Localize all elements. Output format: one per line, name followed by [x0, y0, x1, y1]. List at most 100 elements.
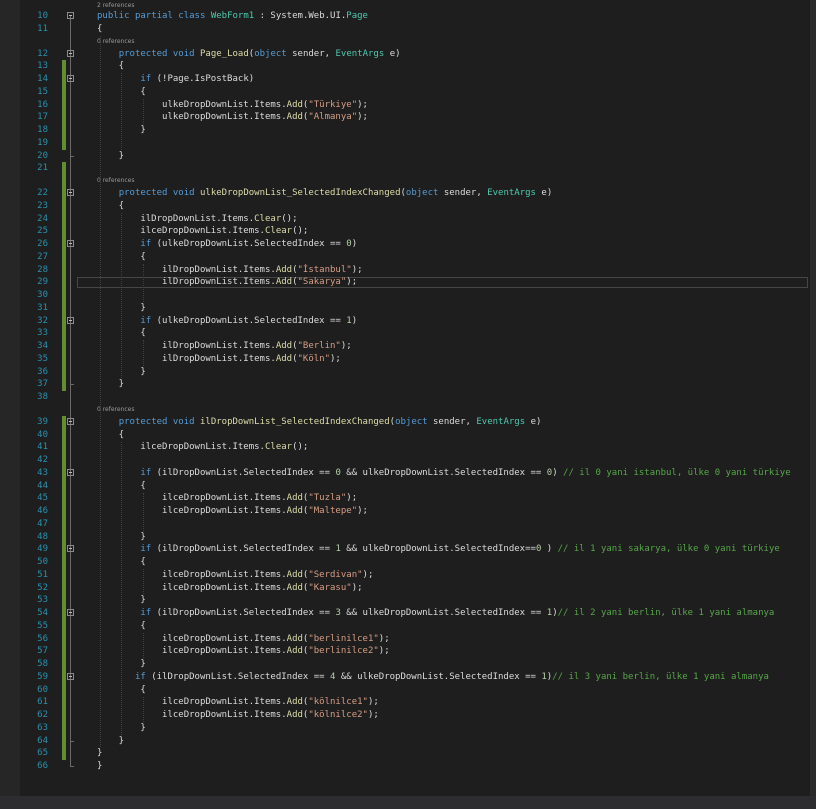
collapse-toggle-icon[interactable]: [67, 49, 74, 57]
line-number: 47: [37, 518, 48, 529]
code-line[interactable]: 17 ulkeDropDownList.Items.Add("Almanya")…: [0, 111, 816, 124]
code-line[interactable]: 29 ilDropDownList.Items.Add("Sakarya");: [0, 276, 816, 289]
codelens-references[interactable]: 0 references: [97, 38, 135, 46]
code-line[interactable]: 11 {: [0, 23, 816, 36]
code-token: ilceDropDownList.Items.: [97, 697, 287, 708]
code-line[interactable]: 23 {: [0, 200, 816, 213]
code-line[interactable]: 33 {: [0, 327, 816, 340]
code-line[interactable]: 52 ilceDropDownList.Items.Add("Karasu");: [0, 582, 816, 595]
line-number: 21: [37, 163, 48, 174]
code-line[interactable]: 39 protected void ilDropDownList_Selecte…: [0, 416, 816, 429]
collapse-toggle-icon[interactable]: [67, 545, 74, 553]
collapse-toggle-icon[interactable]: [67, 672, 74, 680]
code-line[interactable]: 45 ilceDropDownList.Items.Add("Tuzla");: [0, 492, 816, 505]
code-token: "Serdivan": [308, 569, 363, 580]
code-line[interactable]: 48 }: [0, 531, 816, 544]
code-token: );: [378, 633, 390, 644]
code-token: (ilDropDownList.SelectedIndex ==: [151, 467, 336, 478]
codelens-references[interactable]: 2 references: [97, 2, 135, 10]
code-line[interactable]: 61 ilceDropDownList.Items.Add("kölnilce1…: [0, 696, 816, 709]
line-number: 27: [37, 251, 48, 262]
code-line[interactable]: 50 {: [0, 556, 816, 569]
code-line[interactable]: 58 }: [0, 658, 816, 671]
code-line[interactable]: 56 ilceDropDownList.Items.Add("berlinilc…: [0, 633, 816, 646]
collapse-toggle-icon[interactable]: [67, 609, 74, 616]
code-line[interactable]: 41 ilceDropDownList.Items.Clear();: [0, 441, 816, 454]
code-line[interactable]: 49 if (ilDropDownList.SelectedIndex == 1…: [0, 543, 816, 556]
code-line[interactable]: 28 ilDropDownList.Items.Add("İstanbul");: [0, 264, 816, 277]
line-number: 29: [37, 277, 48, 288]
code-line[interactable]: 43 if (ilDropDownList.SelectedIndex == 0…: [0, 467, 816, 480]
code-token: Add: [286, 112, 303, 123]
line-number: 13: [37, 61, 48, 72]
codelens-references[interactable]: 0 references: [97, 177, 135, 185]
code-line[interactable]: 36 }: [0, 366, 816, 379]
code-line[interactable]: 34 ilDropDownList.Items.Add("Berlin");: [0, 340, 816, 353]
code-line[interactable]: 24 ilDropDownList.Items.Clear();: [0, 213, 816, 226]
code-line[interactable]: 46 ilceDropDownList.Items.Add("Maltepe")…: [0, 505, 816, 518]
code-line[interactable]: 25 ilceDropDownList.Items.Clear();: [0, 225, 816, 238]
code-editor[interactable]: 2 references 0 references 0 references 0 re…: [0, 0, 816, 809]
code-line[interactable]: 26 if (ulkeDropDownList.SelectedIndex ==…: [0, 238, 816, 251]
line-number: 57: [37, 646, 48, 657]
code-text: }: [97, 150, 124, 163]
code-token: e): [525, 416, 542, 427]
code-line[interactable]: 14 if (!Page.IsPostBack): [0, 73, 816, 86]
indent-guide: [143, 632, 145, 658]
code-line[interactable]: 38: [0, 391, 816, 404]
code-line[interactable]: 66}: [0, 760, 816, 773]
code-line[interactable]: 35 ilDropDownList.Items.Add("Köln");: [0, 353, 816, 366]
code-line[interactable]: 22 protected void ulkeDropDownList_Selec…: [0, 187, 816, 200]
code-line[interactable]: 40 {: [0, 429, 816, 442]
codelens-references[interactable]: 0 references: [97, 406, 135, 414]
code-line[interactable]: 20 }: [0, 150, 816, 163]
code-line[interactable]: 42: [0, 454, 816, 467]
code-token: );: [367, 697, 379, 708]
collapse-toggle-icon[interactable]: [67, 468, 74, 476]
code-line[interactable]: 64 }: [0, 735, 816, 748]
code-line[interactable]: 13 {: [0, 60, 816, 73]
code-text: if (ilDropDownList.SelectedIndex == 3 &&…: [97, 607, 774, 620]
code-line[interactable]: 12 protected void Page_Load(object sende…: [0, 48, 816, 61]
code-line[interactable]: 31 }: [0, 302, 816, 315]
code-line[interactable]: 62 ilceDropDownList.Items.Add("kölnilce2…: [0, 709, 816, 722]
code-line[interactable]: 27 {: [0, 251, 816, 264]
code-text: }: [97, 747, 102, 760]
code-text: ilceDropDownList.Items.Clear();: [97, 441, 308, 454]
code-line[interactable]: 18 }: [0, 124, 816, 137]
code-line[interactable]: 10 public partial class WebForm1 : System…: [0, 10, 816, 23]
code-line[interactable]: 37 }: [0, 378, 816, 391]
code-token: (ilDropDownList.SelectedIndex ==: [145, 671, 331, 682]
code-line[interactable]: 51 ilceDropDownList.Items.Add("Serdivan"…: [0, 569, 816, 582]
code-line[interactable]: 54 if (ilDropDownList.SelectedIndex == 3…: [0, 607, 816, 620]
code-token: // il 0 yani istanbul, ülke 0 yani türki…: [563, 467, 791, 478]
line-number: 32: [37, 315, 48, 326]
code-line[interactable]: 60 {: [0, 684, 816, 697]
line-number: 41: [37, 442, 48, 453]
code-text: ilceDropDownList.Items.Add("Tuzla");: [97, 492, 357, 505]
code-line[interactable]: 15 {: [0, 86, 816, 99]
collapse-toggle-icon[interactable]: [67, 75, 74, 82]
code-line[interactable]: 65}: [0, 747, 816, 760]
code-line[interactable]: 32 if (ulkeDropDownList.SelectedIndex ==…: [0, 315, 816, 328]
code-line[interactable]: 21: [0, 162, 816, 175]
collapse-toggle-icon[interactable]: [67, 240, 74, 247]
code-line[interactable]: 30: [0, 289, 816, 302]
collapse-toggle-icon[interactable]: [67, 417, 74, 425]
code-line[interactable]: 47: [0, 518, 816, 531]
code-line[interactable]: 44 {: [0, 480, 816, 493]
code-line[interactable]: 55 {: [0, 620, 816, 633]
collapse-toggle-icon[interactable]: [67, 189, 74, 196]
code-line[interactable]: 63 }: [0, 722, 816, 735]
code-line[interactable]: 53 }: [0, 594, 816, 607]
code-line[interactable]: 59 if (ilDropDownList.SelectedIndex == 4…: [0, 671, 816, 684]
code-line[interactable]: 19: [0, 137, 816, 150]
line-number: 52: [37, 582, 48, 593]
code-token: );: [330, 353, 341, 364]
line-number: 43: [37, 467, 48, 478]
collapse-toggle-icon[interactable]: [67, 12, 74, 19]
code-line[interactable]: 57 ilceDropDownList.Items.Add("berlinilc…: [0, 645, 816, 658]
code-token: );: [357, 506, 368, 516]
collapse-toggle-icon[interactable]: [67, 316, 74, 324]
code-line[interactable]: 16 ulkeDropDownList.Items.Add("Türkiye")…: [0, 99, 816, 112]
